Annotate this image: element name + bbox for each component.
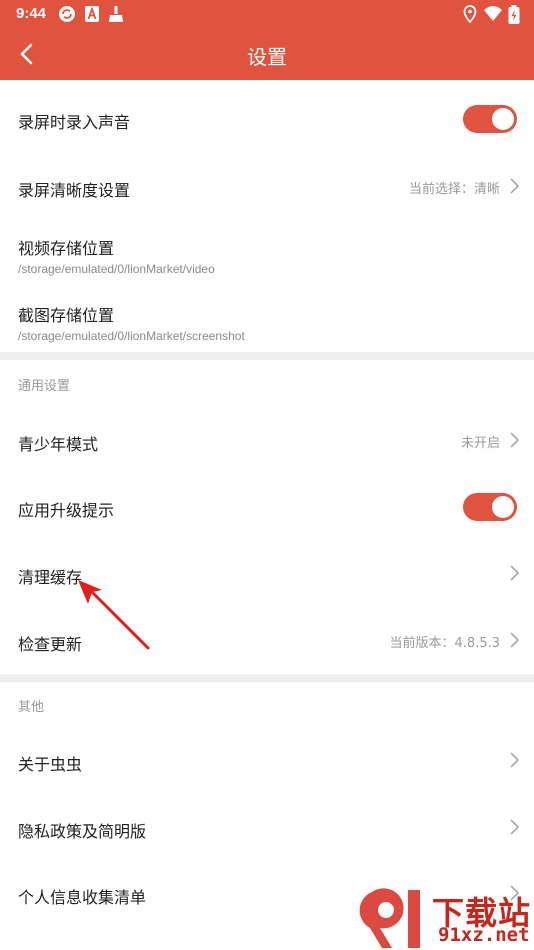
- setting-label: 应用升级提示: [18, 501, 115, 520]
- chevron-right-icon: [510, 178, 520, 194]
- setting-value: 未开启: [460, 436, 500, 451]
- setting-upgrade-notice[interactable]: 应用升级提示: [0, 474, 534, 540]
- wifi-icon: [484, 6, 502, 21]
- watermark: 下载站 91xz.net: [358, 884, 534, 950]
- location-icon: [463, 5, 477, 23]
- section-divider: [0, 674, 534, 682]
- setting-label: 录屏清晰度设置: [18, 181, 131, 200]
- setting-label: 青少年模式: [18, 435, 99, 454]
- battery-charging-icon: [508, 5, 520, 24]
- setting-label: 关于虫虫: [18, 755, 83, 774]
- red-arrow-icon: [78, 580, 150, 650]
- 91-logo-icon: [359, 888, 420, 948]
- status-time: 9:44: [16, 5, 47, 22]
- setting-value: 当前版本：4.8.5.3: [389, 636, 500, 651]
- sync-icon: [59, 6, 75, 22]
- setting-screenshot-storage[interactable]: 截图存储位置 /storage/emulated/0/lionMarket/sc…: [0, 284, 534, 352]
- setting-record-audio[interactable]: 录屏时录入声音: [0, 80, 534, 158]
- toggle-knob: [492, 108, 514, 130]
- upgrade-notice-toggle[interactable]: [463, 493, 517, 521]
- setting-record-quality[interactable]: 录屏清晰度设置 当前选择：清晰: [0, 158, 534, 216]
- page-title: 设置: [247, 45, 287, 69]
- setting-video-storage[interactable]: 视频存储位置 /storage/emulated/0/lionMarket/vi…: [0, 216, 534, 284]
- setting-label: 录屏时录入声音: [18, 113, 131, 132]
- setting-privacy[interactable]: 隐私政策及简明版: [0, 794, 534, 860]
- broom-icon: [109, 6, 123, 22]
- setting-label: 个人信息收集清单: [18, 888, 147, 907]
- setting-value: 当前选择：清晰: [408, 182, 500, 197]
- a-badge-icon: [85, 6, 99, 22]
- watermark-url: 91xz.net: [438, 924, 530, 946]
- section-title-general: 通用设置: [18, 379, 71, 394]
- setting-label: 视频存储位置: [18, 239, 115, 258]
- section-title-other: 其他: [18, 700, 45, 715]
- storage-path: /storage/emulated/0/lionMarket/video: [18, 262, 215, 276]
- chevron-right-icon: [510, 432, 520, 448]
- setting-label: 隐私政策及简明版: [18, 822, 147, 841]
- setting-label: 截图存储位置: [18, 306, 115, 325]
- chevron-right-icon: [510, 632, 520, 648]
- setting-about[interactable]: 关于虫虫: [0, 726, 534, 794]
- chevron-right-icon: [510, 752, 520, 768]
- section-divider: [0, 352, 534, 360]
- setting-teen-mode[interactable]: 青少年模式 未开启: [0, 406, 534, 474]
- toggle-knob: [492, 496, 514, 518]
- chevron-right-icon: [510, 565, 520, 581]
- status-bar: 9:44: [0, 0, 534, 28]
- record-audio-toggle[interactable]: [463, 105, 517, 133]
- storage-path: /storage/emulated/0/lionMarket/screensho…: [18, 329, 245, 343]
- chevron-right-icon: [510, 819, 520, 835]
- app-bar: 设置: [0, 28, 534, 80]
